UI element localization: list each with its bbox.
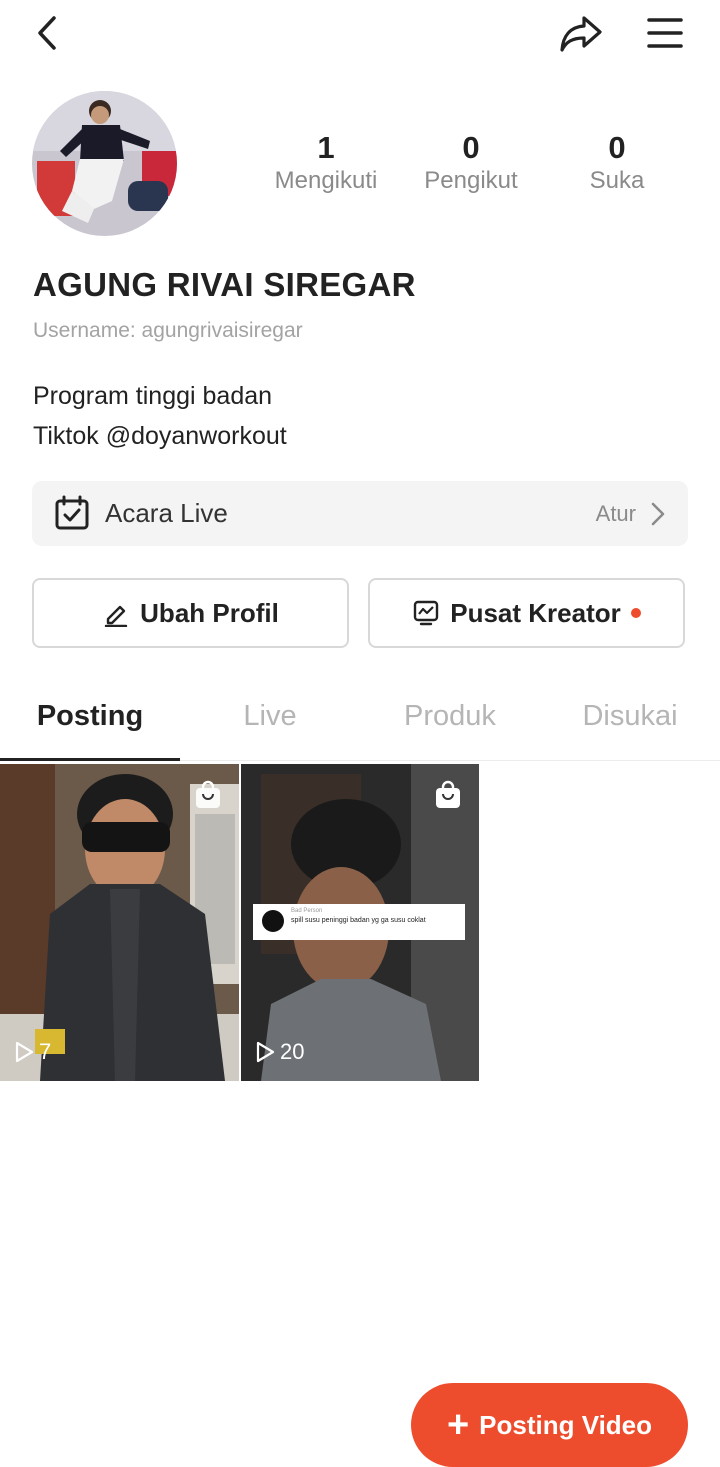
view-count: 20 — [255, 1039, 304, 1065]
bio-line: Program tinggi badan — [33, 382, 273, 410]
notification-dot — [630, 608, 641, 618]
stat-followers-label: Pengikut — [424, 167, 518, 194]
tab-active-indicator — [0, 758, 180, 761]
shopping-bag-icon — [436, 780, 460, 808]
profile-name: AGUNG RIVAI SIREGAR — [33, 266, 416, 303]
chevron-right-icon — [651, 502, 665, 526]
menu-button[interactable] — [640, 8, 690, 58]
tab-produk[interactable]: Produk — [360, 700, 540, 733]
profile-bio: Program tinggi badan Tiktok @doyanworkou… — [33, 376, 287, 456]
post-video-label: Posting Video — [479, 1409, 653, 1440]
video-thumbnail[interactable]: Bad Person spill susu peninggi badan yg … — [241, 764, 479, 1081]
profile-username: Username: agungrivaisiregar — [33, 319, 303, 342]
post-video-button[interactable]: + Posting Video — [411, 1383, 688, 1467]
calendar-icon — [55, 495, 89, 530]
pencil-icon — [104, 605, 128, 627]
live-event-label: Acara Live — [105, 498, 228, 528]
share-button[interactable] — [552, 6, 610, 60]
back-icon — [38, 16, 56, 50]
stat-following-label: Mengikuti — [274, 167, 378, 194]
view-count: 7 — [14, 1039, 51, 1065]
shopping-bag-icon — [196, 780, 220, 808]
live-event-action[interactable]: Atur — [596, 501, 636, 527]
stat-followers[interactable]: 0 Pengikut — [401, 128, 541, 196]
bio-line: Tiktok @doyanworkout — [33, 422, 287, 450]
stat-likes-label: Suka — [589, 167, 645, 194]
back-button[interactable] — [22, 8, 72, 58]
edit-profile-label: Ubah Profil — [140, 597, 279, 628]
stat-likes[interactable]: 0 Suka — [547, 128, 687, 196]
edit-profile-button[interactable]: Ubah Profil — [32, 578, 349, 648]
play-icon — [256, 1041, 275, 1063]
tab-live[interactable]: Live — [180, 700, 360, 733]
chart-icon — [414, 600, 439, 626]
avatar[interactable] — [32, 91, 177, 236]
stat-following[interactable]: 1 Mengikuti — [256, 128, 396, 196]
live-event-row[interactable]: Acara Live Atur — [32, 481, 688, 546]
view-count-value: 7 — [39, 1039, 52, 1064]
stat-likes-value: 0 — [608, 130, 626, 165]
tab-posting[interactable]: Posting — [0, 700, 180, 733]
play-icon — [15, 1041, 34, 1063]
caption-text: spill susu peninggi badan yg ga susu cok… — [291, 917, 426, 924]
view-count-value: 20 — [280, 1039, 305, 1064]
stat-followers-value: 0 — [462, 130, 480, 165]
stat-following-value: 1 — [317, 130, 335, 165]
share-icon — [560, 16, 602, 52]
video-thumbnail[interactable]: 7 — [0, 764, 239, 1081]
plus-icon: + — [446, 1404, 470, 1446]
creator-center-button[interactable]: Pusat Kreator — [368, 578, 685, 648]
creator-center-label: Pusat Kreator — [450, 597, 621, 628]
caption-user: Bad Person — [291, 908, 323, 914]
tab-disukai[interactable]: Disukai — [540, 700, 720, 733]
menu-icon — [647, 18, 683, 48]
